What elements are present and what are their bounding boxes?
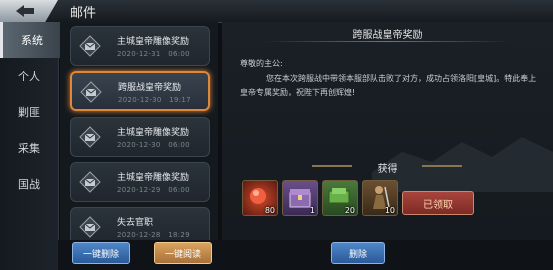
- mail-item[interactable]: 主城皇帝雕像奖励 2020-12-30 06:00: [70, 117, 210, 157]
- reward-item[interactable]: 10: [362, 180, 398, 216]
- sidebar-item-label: 采集: [18, 142, 40, 155]
- claimed-button[interactable]: 已领取: [402, 191, 474, 215]
- title-divider: [262, 41, 512, 42]
- envelope-icon: [79, 216, 101, 238]
- sidebar-item-bandits[interactable]: 剿匪: [0, 94, 58, 130]
- reward-count: 10: [384, 206, 395, 215]
- wall-decoration-icon: [372, 137, 553, 192]
- mail-item[interactable]: 主城皇帝雕像奖励 2020-12-31 06:00: [70, 26, 210, 66]
- page-title: 邮件: [70, 6, 97, 21]
- reward-count: 20: [344, 206, 355, 215]
- delete-all-button[interactable]: 一键删除: [72, 242, 130, 264]
- mail-title: 失去官职: [117, 218, 154, 228]
- sidebar-item-gather[interactable]: 采集: [0, 130, 58, 166]
- reward-count: 80: [264, 206, 275, 215]
- mail-date: 2020-12-30 06:00: [117, 141, 190, 149]
- mail-date-value: 2020-12-30: [118, 96, 162, 104]
- mail-title: 跨服战皇帝奖励: [118, 83, 182, 93]
- mail-time-value: 06:00: [168, 186, 190, 194]
- rewards-heading: 获得: [377, 164, 398, 175]
- delete-button[interactable]: 删除: [331, 242, 385, 264]
- mail-list[interactable]: 主城皇帝雕像奖励 2020-12-31 06:00 跨服战皇帝奖励 2020-1…: [60, 22, 218, 240]
- mail-time-value: 06:00: [168, 141, 190, 149]
- back-arrow-icon: [16, 5, 34, 17]
- mail-title: 主城皇帝雕像奖励: [117, 173, 190, 183]
- reward-item[interactable]: 80: [242, 180, 278, 216]
- mail-date-value: 2020-12-30: [117, 141, 161, 149]
- mail-title: 主城皇帝雕像奖励: [117, 37, 190, 47]
- mail-item[interactable]: 失去官职 2020-12-28 18:29: [70, 207, 210, 240]
- envelope-icon: [79, 126, 101, 148]
- envelope-icon: [80, 81, 102, 103]
- back-button[interactable]: [0, 0, 58, 22]
- reward-item[interactable]: 20: [322, 180, 358, 216]
- bottom-bar: [58, 240, 553, 270]
- sidebar: 系统 个人 剿匪 采集 国战: [0, 22, 61, 270]
- mail-body: 您在本次跨服战中带领本服部队击败了对方，成功占领洛阳[皇城]。特此奉上皇帝专属奖…: [240, 74, 537, 97]
- reward-count: 1: [309, 206, 315, 215]
- read-all-button[interactable]: 一键阅读: [154, 242, 212, 264]
- mail-date: 2020-12-30 19:17: [118, 96, 191, 104]
- top-bar: 邮件: [0, 0, 553, 23]
- mail-item-selected[interactable]: 跨服战皇帝奖励 2020-12-30 19:17: [70, 71, 210, 111]
- mail-time-value: 18:29: [168, 231, 190, 239]
- mail-detail-title: 跨服战皇帝奖励: [352, 30, 423, 41]
- mail-date-value: 2020-12-29: [117, 186, 161, 194]
- sidebar-item-label: 国战: [18, 178, 40, 191]
- mail-date: 2020-12-31 06:00: [117, 50, 190, 58]
- sidebar-item-label: 个人: [18, 70, 40, 83]
- sidebar-item-national-war[interactable]: 国战: [0, 166, 58, 202]
- mail-time-value: 19:17: [169, 96, 191, 104]
- sidebar-item-label: 剿匪: [18, 106, 40, 119]
- sidebar-item-system[interactable]: 系统: [0, 22, 61, 58]
- envelope-icon: [79, 171, 101, 193]
- gain-wing-right: [422, 165, 462, 167]
- sidebar-item-label: 系统: [21, 34, 43, 47]
- sidebar-item-personal[interactable]: 个人: [0, 58, 58, 94]
- envelope-icon: [79, 35, 101, 57]
- mail-time-value: 06:00: [168, 50, 190, 58]
- mail-date-value: 2020-12-31: [117, 50, 161, 58]
- mail-date-value: 2020-12-28: [117, 231, 161, 239]
- mail-date: 2020-12-28 18:29: [117, 231, 190, 239]
- mail-greeting: 尊敬的主公:: [240, 59, 283, 68]
- mail-detail-panel: 跨服战皇帝奖励 尊敬的主公: 您在本次跨服战中带领本服部队击败了对方，成功占领洛…: [222, 22, 553, 240]
- mail-item[interactable]: 主城皇帝雕像奖励 2020-12-29 06:00: [70, 162, 210, 202]
- mail-title: 主城皇帝雕像奖励: [117, 128, 190, 138]
- reward-item[interactable]: 1: [282, 180, 318, 216]
- mail-date: 2020-12-29 06:00: [117, 186, 190, 194]
